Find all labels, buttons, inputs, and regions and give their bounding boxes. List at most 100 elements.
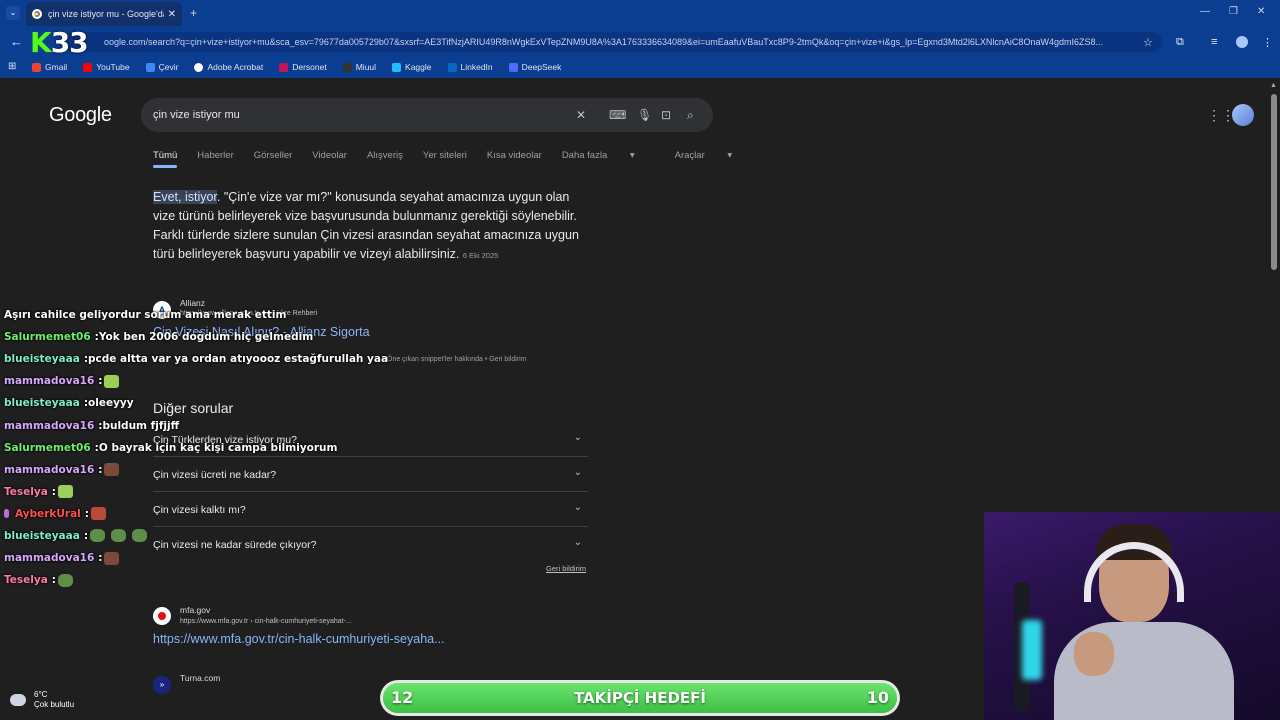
media-control-icon[interactable]: ≡ [1211, 36, 1217, 48]
taskbar-weather[interactable]: 6°C Çok bulutlu [10, 690, 74, 710]
bookmark-adobe[interactable]: Adobe Acrobat [194, 62, 263, 72]
scroll-up-icon[interactable]: ▲ [1270, 82, 1277, 89]
tab-places[interactable]: Yer siteleri [423, 150, 467, 161]
stream-logo-k: K [30, 26, 52, 59]
tab-videos[interactable]: Videolar [312, 150, 347, 161]
tab-images[interactable]: Görseller [254, 150, 293, 161]
goal-label: TAKİPÇİ HEDEFİ [573, 689, 706, 707]
chat-separator: : [84, 507, 89, 520]
chat-message: Salurmemet06: O bayrak için kaç kişi cam… [4, 437, 364, 459]
browser-tab[interactable]: çin vize istiyor mu - Google'da A ✕ [26, 2, 182, 26]
bookmark-linkedin[interactable]: LinkedIn [447, 62, 493, 72]
chevron-down-icon: ⌄ [573, 432, 582, 443]
bookmark-deepseek[interactable]: DeepSeek [508, 62, 562, 72]
feedback-link[interactable]: Geri bildirim [546, 564, 586, 573]
bookmark-kaggle[interactable]: Kaggle [392, 62, 432, 72]
tab-tools[interactable]: Araçlar ▾ [675, 150, 753, 161]
chat-message: mammadova16: [4, 547, 364, 569]
minimize-icon[interactable]: — [1200, 6, 1210, 17]
search-icon[interactable]: ⌕ [687, 108, 694, 123]
chat-text: oleeyyy [88, 397, 134, 410]
tab-search-button[interactable]: ⌄ [6, 6, 20, 20]
google-apps-icon[interactable]: ⋮⋮ [1207, 107, 1235, 124]
google-avatar[interactable] [1232, 104, 1254, 126]
turna-favicon-icon: » [153, 676, 171, 694]
kaggle-icon [392, 62, 402, 72]
featured-snippet: Evet, istiyor. "Çin'e vize var mı?" konu… [153, 188, 583, 265]
chat-username: Salurmemet06 [4, 441, 91, 454]
chat-username: Teselya [4, 485, 48, 498]
cyan-light [1022, 620, 1042, 680]
weather-temp: 6°C [34, 690, 48, 699]
close-tab-icon[interactable]: ✕ [168, 9, 176, 20]
url-field[interactable]: oogle.com/search?q=çin+vize+istiyor+mu&s… [62, 32, 1162, 52]
result-link[interactable]: https://www.mfa.gov.tr/cin-halk-cumhuriy… [153, 632, 445, 646]
browser-menu-icon[interactable]: ⋮ [1262, 36, 1273, 49]
search-input[interactable] [153, 98, 553, 132]
stream-logo: K33 [30, 28, 120, 58]
webcam-feed [984, 512, 1280, 720]
bookmark-gmail[interactable]: Gmail [32, 62, 67, 72]
chevron-down-icon: ⌄ [573, 467, 582, 478]
chat-username: mammadova16 [4, 419, 95, 432]
bookmark-label: Miuul [355, 62, 377, 72]
mfa-favicon-icon [153, 607, 171, 625]
bookmark-label: DeepSeek [521, 62, 562, 72]
bookmark-youtube[interactable]: YouTube [83, 62, 130, 72]
close-window-icon[interactable]: ✕ [1257, 6, 1265, 17]
snippet-date: 6 Eki 2025 [462, 251, 499, 260]
bookmark-cevir[interactable]: Çevir [145, 62, 178, 72]
apps-grid-icon[interactable]: ⊞ [8, 62, 18, 72]
chat-text: buldum fjfjjff [102, 419, 180, 432]
tab-bar: ⌄ çin vize istiyor mu - Google'da A ✕ + … [0, 0, 1280, 28]
snippet-text: . "Çin'e vize var mı?" konusunda seyahat… [153, 190, 579, 261]
microphone-icon[interactable]: 🎙 [637, 108, 652, 122]
clear-icon[interactable]: ✕ [576, 108, 586, 122]
adobe-icon [194, 62, 204, 72]
chevron-down-icon: ⌄ [573, 537, 582, 548]
chat-separator: : [98, 375, 103, 388]
profile-avatar-icon[interactable] [1236, 36, 1248, 48]
tab-all[interactable]: Tümü [153, 150, 178, 168]
chat-message: AyberkUral: [4, 503, 364, 525]
dersonet-icon [279, 62, 289, 72]
bookmark-dersonet[interactable]: Dersonet [279, 62, 327, 72]
bookmark-label: Kaggle [405, 62, 432, 72]
chat-username: blueisteyaaa [4, 353, 80, 366]
frog-emote-icon [58, 485, 73, 499]
chevron-down-icon: ⌄ [573, 502, 582, 513]
chat-separator: : [98, 552, 103, 565]
new-tab-button[interactable]: + [190, 6, 197, 20]
maximize-icon[interactable]: ❐ [1229, 6, 1238, 17]
chat-username: mammadova16 [4, 463, 95, 476]
result-url: https://www.mfa.gov.tr › cin-halk-cumhur… [180, 618, 352, 625]
chat-username: Teselya [4, 574, 48, 587]
brown-emote-icon [104, 463, 120, 477]
chat-separator: : [51, 485, 56, 498]
tab-news[interactable]: Haberler [197, 150, 233, 161]
chat-username: mammadova16 [4, 552, 95, 565]
tab-more[interactable]: Daha fazla ▾ [562, 150, 655, 161]
snippet-meta[interactable]: Öne çıkan snippet'ler hakkında • Geri bi… [387, 356, 527, 363]
miuul-icon [342, 62, 352, 72]
back-arrow-icon[interactable]: ← [10, 34, 23, 49]
red-emote-icon [91, 507, 106, 521]
gmail-icon [32, 62, 41, 72]
lens-icon[interactable]: ⊡ [661, 108, 671, 122]
tab-short-videos[interactable]: Kısa videolar [487, 150, 542, 161]
chat-username: blueisteyaaa [4, 397, 80, 410]
bookmark-label: LinkedIn [460, 62, 493, 72]
bookmark-miuul[interactable]: Miuul [342, 62, 377, 72]
chat-username: AyberkUral [15, 507, 81, 520]
extensions-icon[interactable]: ⧉ [1176, 36, 1184, 49]
chat-message: mammadova16: buldum fjfjjff [4, 414, 364, 436]
bookmark-star-icon[interactable]: ☆ [1143, 36, 1153, 49]
scrollbar-thumb[interactable] [1271, 94, 1277, 270]
search-box: ✕ ⌨ 🎙 ⊡ ⌕ [141, 98, 713, 132]
address-bar-row: ← oogle.com/search?q=çin+vize+istiyor+mu… [0, 28, 1280, 56]
tab-shopping[interactable]: Alışveriş [367, 150, 403, 161]
keyboard-icon[interactable]: ⌨ [609, 108, 626, 122]
google-logo[interactable]: Google [49, 104, 112, 127]
bookmark-label: Dersonet [292, 62, 327, 72]
brown-emote-icon [104, 551, 120, 565]
